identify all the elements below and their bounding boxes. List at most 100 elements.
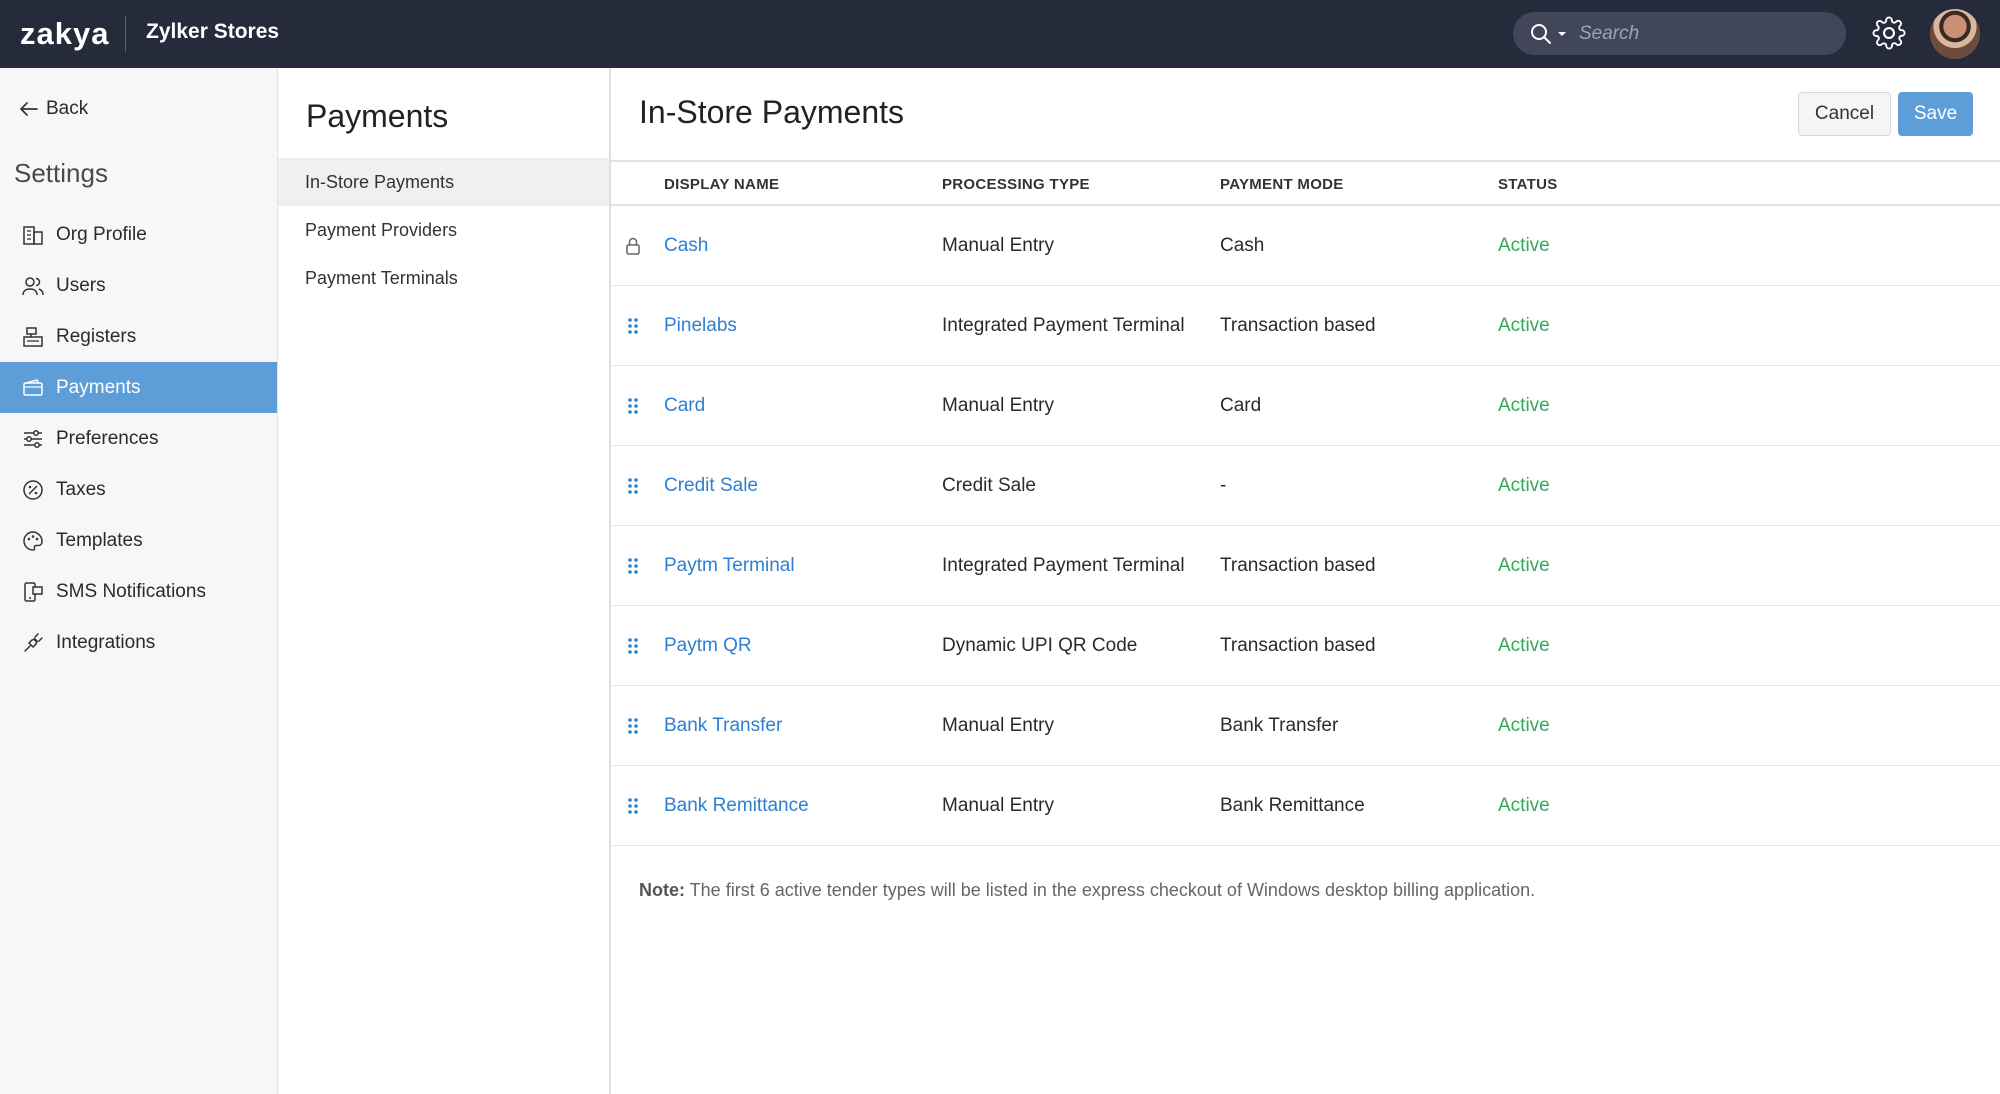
subpanel-title: Payments	[306, 98, 449, 134]
table-header: DISPLAY NAME PROCESSING TYPE PAYMENT MOD…	[611, 160, 2000, 206]
payment-name-link[interactable]: Bank Transfer	[664, 715, 782, 737]
top-bar: zakya Zylker Stores	[0, 0, 2000, 68]
sidebar-item-label: Taxes	[56, 478, 106, 500]
sidebar-item-sms-notifications[interactable]: SMS Notifications	[0, 566, 277, 617]
payment-name-link[interactable]: Card	[664, 395, 705, 417]
sidebar-item-users[interactable]: Users	[0, 260, 277, 311]
payment-mode: Transaction based	[1220, 315, 1376, 336]
drag-handle-icon[interactable]	[625, 476, 641, 496]
payment-name-link[interactable]: Pinelabs	[664, 315, 737, 337]
table-row[interactable]: Bank Remittance Manual Entry Bank Remitt…	[611, 766, 2000, 846]
main-content: In-Store Payments Cancel Save DISPLAY NA…	[611, 68, 2000, 1094]
lock-icon	[625, 236, 641, 256]
settings-sidebar: Back Settings Org Profile Users Register…	[0, 68, 278, 1094]
sidebar-item-label: Preferences	[56, 427, 159, 449]
status-badge: Active	[1498, 715, 1550, 736]
status-badge: Active	[1498, 635, 1550, 656]
table-row[interactable]: Credit Sale Credit Sale - Active	[611, 446, 2000, 526]
processing-type: Integrated Payment Terminal	[942, 555, 1185, 576]
sidebar-item-org-profile[interactable]: Org Profile	[0, 209, 277, 260]
page-title: In-Store Payments	[639, 94, 904, 130]
table-row[interactable]: Bank Transfer Manual Entry Bank Transfer…	[611, 686, 2000, 766]
settings-nav: Org Profile Users Registers Payments Pre…	[0, 209, 277, 668]
sidebar-item-preferences[interactable]: Preferences	[0, 413, 277, 464]
arrow-left-icon	[20, 102, 38, 116]
payment-mode: Transaction based	[1220, 555, 1376, 576]
processing-type: Manual Entry	[942, 395, 1054, 416]
processing-type: Dynamic UPI QR Code	[942, 635, 1138, 656]
status-badge: Active	[1498, 475, 1550, 496]
sidebar-item-label: Org Profile	[56, 223, 147, 245]
cancel-button[interactable]: Cancel	[1798, 92, 1891, 136]
status-badge: Active	[1498, 795, 1550, 816]
sliders-icon	[20, 426, 46, 452]
back-button[interactable]: Back	[20, 98, 88, 120]
processing-type: Integrated Payment Terminal	[942, 315, 1185, 336]
sidebar-item-registers[interactable]: Registers	[0, 311, 277, 362]
avatar[interactable]	[1930, 9, 1980, 59]
drag-handle-icon[interactable]	[625, 316, 641, 336]
search-input[interactable]	[1579, 22, 1846, 45]
drag-handle-icon[interactable]	[625, 556, 641, 576]
sidebar-item-templates[interactable]: Templates	[0, 515, 277, 566]
column-header-processing-type[interactable]: PROCESSING TYPE	[942, 176, 1090, 193]
payment-name-link[interactable]: Paytm QR	[664, 635, 752, 657]
note-text: The first 6 active tender types will be …	[685, 880, 1536, 900]
payment-mode: -	[1220, 475, 1227, 496]
sidebar-item-label: Payments	[56, 376, 141, 398]
subpanel-nav: In-Store Payments Payment Providers Paym…	[278, 158, 609, 302]
payment-name-link[interactable]: Credit Sale	[664, 475, 758, 497]
processing-type: Manual Entry	[942, 715, 1054, 736]
payments-subpanel: Payments In-Store Payments Payment Provi…	[278, 68, 611, 1094]
org-name[interactable]: Zylker Stores	[146, 20, 279, 44]
percent-icon	[20, 477, 46, 503]
sidebar-item-label: Integrations	[56, 631, 156, 653]
app-logo[interactable]: zakya	[20, 12, 109, 56]
chevron-down-icon[interactable]	[1557, 20, 1567, 48]
logo-divider	[125, 16, 126, 52]
payment-name-link[interactable]: Cash	[664, 235, 708, 257]
gear-icon[interactable]	[1872, 16, 1906, 50]
column-header-payment-mode[interactable]: PAYMENT MODE	[1220, 176, 1344, 193]
table-row[interactable]: Paytm Terminal Integrated Payment Termin…	[611, 526, 2000, 606]
building-icon	[20, 222, 46, 248]
sidebar-item-label: Templates	[56, 529, 143, 551]
drag-handle-icon[interactable]	[625, 396, 641, 416]
save-button[interactable]: Save	[1898, 92, 1973, 136]
table-row[interactable]: Paytm QR Dynamic UPI QR Code Transaction…	[611, 606, 2000, 686]
column-header-display-name[interactable]: DISPLAY NAME	[664, 176, 779, 193]
drag-handle-icon[interactable]	[625, 796, 641, 816]
payment-name-link[interactable]: Paytm Terminal	[664, 555, 795, 577]
status-badge: Active	[1498, 315, 1550, 336]
sidebar-item-label: Registers	[56, 325, 137, 347]
column-header-status[interactable]: STATUS	[1498, 176, 1558, 193]
search-bar[interactable]	[1513, 12, 1846, 55]
drag-handle-icon[interactable]	[625, 636, 641, 656]
note-label: Note:	[639, 880, 685, 900]
register-icon	[20, 324, 46, 350]
payment-mode: Cash	[1220, 235, 1265, 256]
table-row[interactable]: Cash Manual Entry Cash Active	[611, 206, 2000, 286]
subnav-item-payment-providers[interactable]: Payment Providers	[278, 206, 609, 254]
table-row[interactable]: Pinelabs Integrated Payment Terminal Tra…	[611, 286, 2000, 366]
payment-name-link[interactable]: Bank Remittance	[664, 795, 809, 817]
processing-type: Manual Entry	[942, 795, 1054, 816]
settings-title: Settings	[14, 158, 108, 188]
wallet-icon	[20, 375, 46, 401]
sidebar-item-integrations[interactable]: Integrations	[0, 617, 277, 668]
sidebar-item-taxes[interactable]: Taxes	[0, 464, 277, 515]
payment-mode: Bank Transfer	[1220, 715, 1339, 736]
footer-note: Note: The first 6 active tender types wi…	[639, 880, 1535, 901]
payment-mode: Card	[1220, 395, 1262, 416]
payments-table: DISPLAY NAME PROCESSING TYPE PAYMENT MOD…	[611, 160, 2000, 846]
drag-handle-icon[interactable]	[625, 716, 641, 736]
back-label: Back	[46, 98, 89, 119]
sidebar-item-payments[interactable]: Payments	[0, 362, 277, 413]
table-row[interactable]: Card Manual Entry Card Active	[611, 366, 2000, 446]
palette-icon	[20, 528, 46, 554]
plug-icon	[20, 630, 46, 656]
subnav-item-in-store-payments[interactable]: In-Store Payments	[278, 158, 609, 206]
subnav-item-payment-terminals[interactable]: Payment Terminals	[278, 254, 609, 302]
search-icon[interactable]	[1529, 20, 1557, 48]
status-badge: Active	[1498, 555, 1550, 576]
